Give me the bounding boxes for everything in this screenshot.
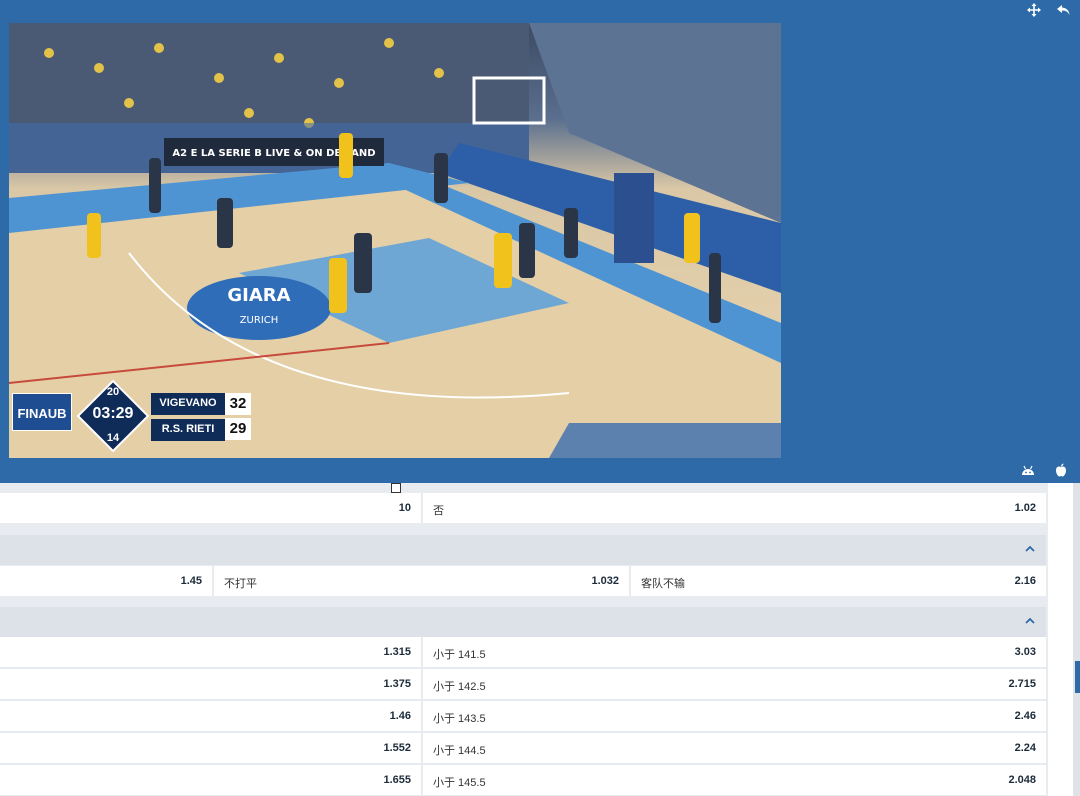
odds-cell[interactable]: 不打平 1.032 [214, 566, 629, 596]
scrollbar-track[interactable] [1073, 483, 1080, 796]
clock-time: 03:29 [92, 405, 134, 422]
market-group-header[interactable] [0, 535, 1046, 565]
top-bar: GIARA ZURICH A2 E LA SERIE B LIVE & ON D… [0, 0, 1080, 483]
odds-cell[interactable]: 小于 142.5 2.715 [423, 669, 1046, 699]
outcome-label: 不打平 [224, 578, 257, 590]
odds-cell[interactable]: 1.315 [0, 637, 421, 667]
odds-cell[interactable]: 1.655 [0, 765, 421, 795]
scoreboard-overlay: FINAUB 20 03:29 14 VIGEVANO 32 R.S. RIET… [11, 380, 253, 454]
home-team-name: VIGEVANO [151, 393, 225, 415]
odd-value: 2.715 [1008, 678, 1036, 690]
odd-value: 1.552 [383, 742, 411, 754]
outcome-label: 否 [433, 505, 444, 517]
odd-value: 1.655 [383, 774, 411, 786]
android-icon[interactable] [1021, 464, 1035, 478]
odd-value: 1.032 [591, 575, 619, 587]
odds-cell[interactable]: 小于 141.5 3.03 [423, 637, 1046, 667]
outcome-label: 小于 142.5 [433, 681, 486, 693]
chevron-up-icon[interactable] [1024, 615, 1036, 627]
quarter-top: 20 [106, 386, 120, 398]
quarter-bottom: 14 [106, 432, 120, 444]
home-score: 32 [225, 393, 251, 415]
game-clock: 20 03:29 14 [77, 380, 149, 452]
court-logo-sub: ZURICH [240, 315, 279, 326]
markets-panel: 10 否 1.02 1.45 不打平 1.032 客队不输 2.16 1.315… [0, 483, 1080, 796]
away-score: 29 [225, 418, 251, 440]
odd-value: 1.46 [389, 710, 411, 722]
odds-cell[interactable]: 10 [0, 493, 421, 523]
market-group-header[interactable] [0, 607, 1046, 637]
odds-cell[interactable]: 小于 143.5 2.46 [423, 701, 1046, 731]
odd-value: 3.03 [1014, 646, 1036, 658]
outcome-label: 小于 145.5 [433, 777, 486, 789]
odd-value: 1.45 [180, 575, 202, 587]
outcome-label: 客队不输 [641, 578, 685, 590]
resize-handle[interactable] [391, 483, 401, 493]
odds-cell[interactable]: 1.375 [0, 669, 421, 699]
move-icon[interactable] [1027, 3, 1041, 19]
league-logo: FINAUB [12, 393, 72, 431]
outcome-label: 小于 143.5 [433, 713, 486, 725]
odds-cell[interactable]: 1.552 [0, 733, 421, 763]
odds-cell[interactable]: 小于 145.5 2.048 [423, 765, 1046, 795]
right-side-panel [1048, 483, 1080, 796]
back-arrow-icon[interactable] [1057, 3, 1071, 19]
odd-value: 2.24 [1014, 742, 1036, 754]
odd-value: 2.46 [1014, 710, 1036, 722]
outcome-label: 小于 144.5 [433, 745, 486, 757]
apple-icon[interactable] [1055, 463, 1067, 479]
live-video-player[interactable]: GIARA ZURICH A2 E LA SERIE B LIVE & ON D… [9, 23, 781, 458]
scrollbar-thumb[interactable] [1075, 661, 1080, 693]
court-logo-text: GIARA [227, 285, 290, 306]
odd-value: 2.048 [1008, 774, 1036, 786]
away-team-name: R.S. RIETI [151, 419, 225, 441]
odd-value: 2.16 [1014, 575, 1036, 587]
chevron-up-icon[interactable] [1024, 543, 1036, 555]
odds-cell[interactable]: 1.45 [0, 566, 212, 596]
outcome-label: 小于 141.5 [433, 649, 486, 661]
odd-value: 1.315 [383, 646, 411, 658]
odds-cell[interactable]: 小于 144.5 2.24 [423, 733, 1046, 763]
odd-value: 10 [398, 502, 411, 514]
odds-cell[interactable]: 否 1.02 [423, 493, 1046, 523]
odd-value: 1.02 [1014, 502, 1036, 514]
odds-cell[interactable]: 1.46 [0, 701, 421, 731]
odd-value: 1.375 [383, 678, 411, 690]
odds-cell[interactable]: 客队不输 2.16 [631, 566, 1046, 596]
